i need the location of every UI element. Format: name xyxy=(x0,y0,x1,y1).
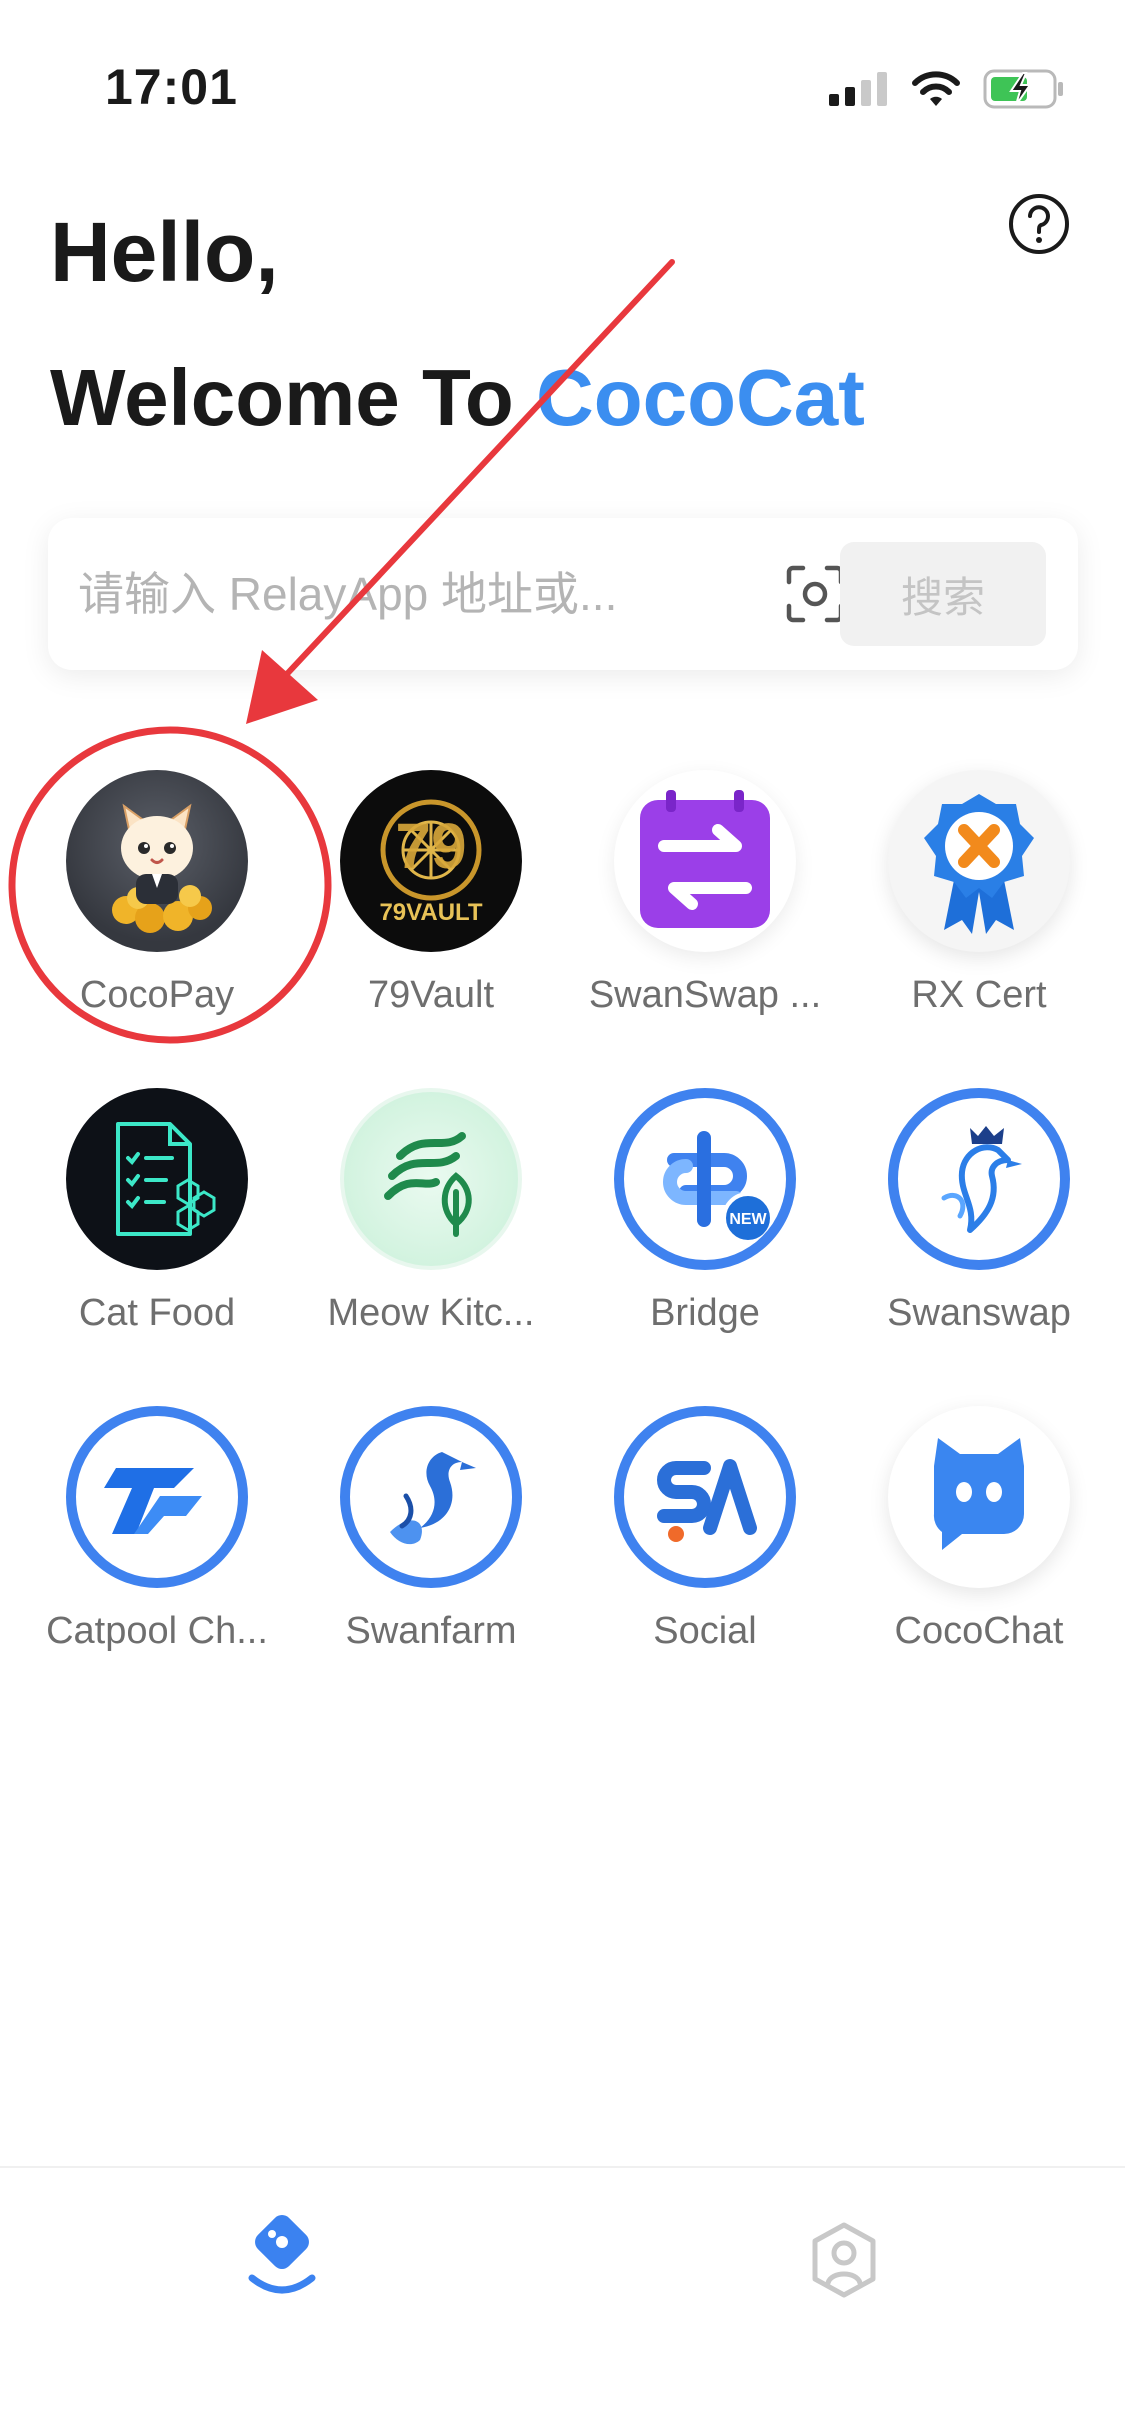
app-item-swanfarm[interactable]: Swanfarm xyxy=(294,1406,568,1724)
profile-hexagon-icon xyxy=(812,2222,876,2298)
new-badge: NEW xyxy=(729,1211,767,1228)
welcome-heading: Welcome To CocoCat xyxy=(50,358,865,438)
app-item-swanswap-p[interactable]: SwanSwap ... xyxy=(568,770,842,1088)
app-item-meow-kitchen[interactable]: Meow Kitc... xyxy=(294,1088,568,1406)
status-bar: 17:01 xyxy=(0,0,1125,140)
app-label: Bridge xyxy=(650,1292,760,1334)
app-item-swanswap[interactable]: Swanswap xyxy=(842,1088,1116,1406)
wifi-icon xyxy=(912,71,960,106)
app-item-social[interactable]: Social xyxy=(568,1406,842,1724)
app-label: Swanfarm xyxy=(345,1610,517,1652)
search-button[interactable]: 搜索 xyxy=(840,542,1046,646)
app-label: SwanSwap ... xyxy=(588,974,822,1016)
scan-button[interactable] xyxy=(783,562,847,626)
search-card: 搜索 xyxy=(48,518,1078,670)
app-label: 79Vault xyxy=(367,974,495,1016)
tab-home[interactable] xyxy=(234,2212,330,2308)
svg-text:79: 79 xyxy=(395,810,466,882)
checklist-document-icon xyxy=(66,1088,248,1270)
cellular-signal-icon xyxy=(829,72,887,106)
app-grid: CocoPay 79 79VAULT 79Vault SwanSwap ... … xyxy=(0,770,1125,1724)
app-item-79vault[interactable]: 79 79VAULT 79Vault xyxy=(294,770,568,1088)
cocopay-cat-icon xyxy=(66,770,248,952)
welcome-prefix: Welcome To xyxy=(50,353,537,442)
svg-text:79VAULT: 79VAULT xyxy=(379,899,482,926)
home-compass-icon xyxy=(248,2215,316,2294)
leaf-logo-icon xyxy=(340,1088,522,1270)
app-item-catpool-chain[interactable]: Catpool Ch... xyxy=(20,1406,294,1724)
search-input[interactable] xyxy=(78,562,698,626)
help-question-icon xyxy=(1009,194,1069,254)
app-label: Swanswap xyxy=(887,1292,1071,1334)
tab-profile[interactable] xyxy=(796,2212,892,2308)
swan-crown-icon xyxy=(888,1088,1070,1270)
app-item-rx-cert[interactable]: RX Cert xyxy=(842,770,1116,1088)
battery-charging-icon xyxy=(983,69,1063,109)
brand-name: CocoCat xyxy=(536,353,865,442)
app-label: Cat Food xyxy=(78,1292,236,1334)
greeting-heading: Hello, xyxy=(50,205,279,299)
app-item-cat-food[interactable]: Cat Food xyxy=(20,1088,294,1406)
chat-cat-icon xyxy=(888,1406,1070,1588)
swan-logo-icon xyxy=(340,1406,522,1588)
help-button[interactable] xyxy=(1007,192,1071,256)
status-icons xyxy=(829,64,1065,114)
app-label: Meow Kitc... xyxy=(327,1292,535,1334)
app-label: RX Cert xyxy=(911,974,1047,1016)
status-time: 17:01 xyxy=(105,59,238,115)
tab-bar xyxy=(0,2166,1125,2436)
app-label: Social xyxy=(653,1610,757,1652)
certificate-ribbon-icon xyxy=(888,770,1070,952)
swap-arrows-icon xyxy=(614,770,796,952)
app-label: CocoPay xyxy=(79,974,235,1016)
app-label: Catpool Ch... xyxy=(46,1610,268,1652)
79vault-logo-icon: 79 79VAULT xyxy=(340,770,522,952)
app-item-cocochat[interactable]: CocoChat xyxy=(842,1406,1116,1724)
catpool-logo-icon xyxy=(66,1406,248,1588)
scan-icon xyxy=(786,565,844,623)
social-logo-icon xyxy=(614,1406,796,1588)
app-label: CocoChat xyxy=(894,1610,1064,1652)
app-item-bridge[interactable]: NEW Bridge xyxy=(568,1088,842,1406)
app-item-cocopay[interactable]: CocoPay xyxy=(20,770,294,1088)
bridge-logo-icon: NEW xyxy=(614,1088,796,1270)
